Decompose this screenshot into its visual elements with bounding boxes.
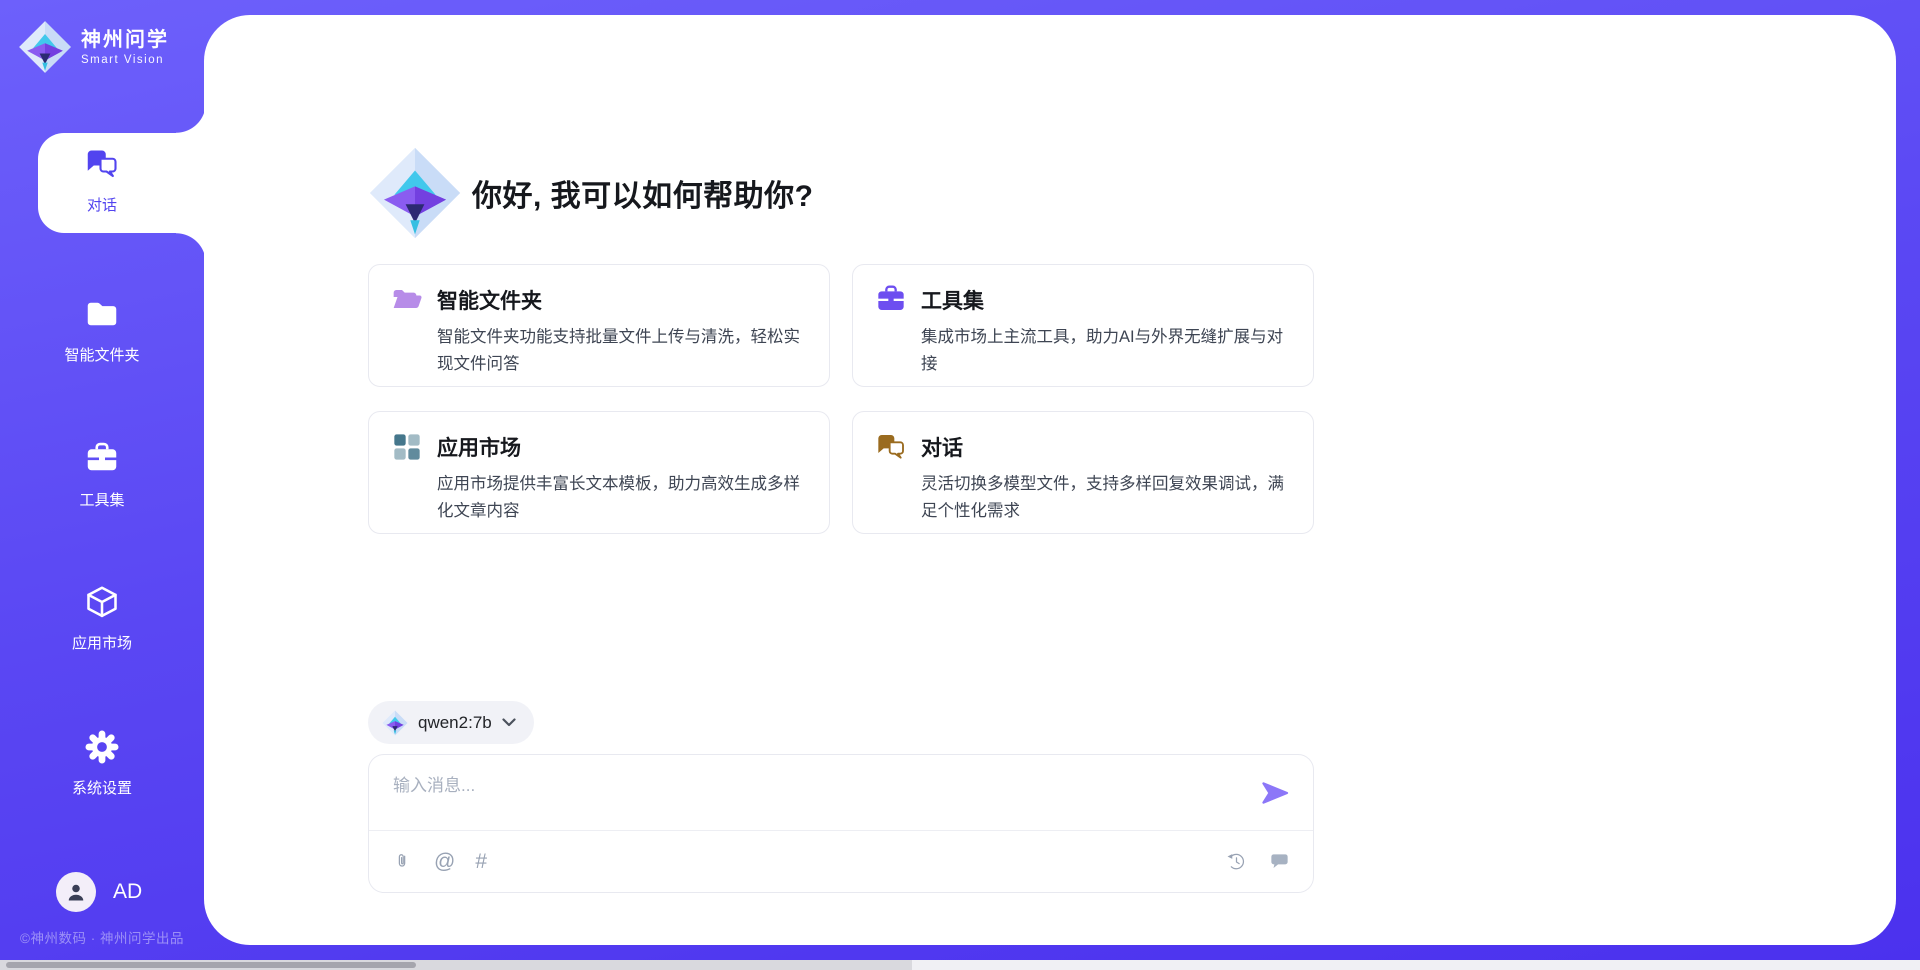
card-title: 对话 bbox=[921, 432, 963, 462]
gear-icon bbox=[84, 729, 120, 765]
folder-open-icon bbox=[391, 284, 423, 316]
sidebar-item-app-market[interactable]: 应用市场 bbox=[0, 584, 204, 653]
person-icon bbox=[64, 880, 88, 904]
avatar bbox=[56, 872, 96, 912]
briefcase-icon bbox=[875, 284, 907, 316]
brand-diamond-icon bbox=[382, 710, 408, 736]
card-chat[interactable]: 对话 灵活切换多模型文件，支持多样回复效果调试，满足个性化需求 bbox=[852, 411, 1314, 534]
scrollbar-track-light bbox=[912, 960, 1920, 970]
sidebar: 神州问学 Smart Vision 对话 智能文件夹 工具集 应用市场 系统设置 bbox=[0, 0, 204, 960]
model-selector[interactable]: qwen2:7b bbox=[368, 701, 534, 744]
sidebar-item-label: 对话 bbox=[0, 194, 204, 215]
brand-logo: 神州问学 Smart Vision bbox=[18, 20, 169, 74]
grid-icon bbox=[391, 431, 423, 463]
brand-name: 神州问学 bbox=[81, 29, 169, 51]
message-composer: @ # bbox=[368, 754, 1314, 893]
card-header: 工具集 bbox=[875, 284, 1291, 316]
card-header: 应用市场 bbox=[391, 431, 807, 463]
message-input[interactable] bbox=[393, 771, 1213, 821]
sidebar-item-settings[interactable]: 系统设置 bbox=[0, 729, 204, 798]
sidebar-item-label: 应用市场 bbox=[0, 632, 204, 653]
sidebar-item-toolset[interactable]: 工具集 bbox=[0, 441, 204, 510]
card-title: 智能文件夹 bbox=[437, 285, 542, 315]
card-smart-folder[interactable]: 智能文件夹 智能文件夹功能支持批量文件上传与清洗，轻松实现文件问答 bbox=[368, 264, 830, 387]
card-app-market[interactable]: 应用市场 应用市场提供丰富长文本模板，助力高效生成多样化文章内容 bbox=[368, 411, 830, 534]
cube-icon bbox=[84, 584, 120, 620]
sidebar-item-chat[interactable]: 对话 bbox=[0, 146, 204, 215]
paperclip-icon[interactable] bbox=[391, 850, 414, 873]
chat-bubble-icon[interactable] bbox=[1268, 850, 1291, 873]
greeting-text: 你好, 我可以如何帮助你? bbox=[472, 171, 814, 215]
hash-icon[interactable]: # bbox=[475, 851, 487, 872]
history-icon[interactable] bbox=[1225, 850, 1248, 873]
sidebar-item-label: 系统设置 bbox=[0, 777, 204, 798]
send-button[interactable] bbox=[1259, 777, 1291, 809]
sidebar-item-label: 智能文件夹 bbox=[0, 344, 204, 365]
sidebar-item-smart-folder[interactable]: 智能文件夹 bbox=[0, 296, 204, 365]
user-account[interactable]: AD bbox=[56, 872, 142, 912]
card-header: 智能文件夹 bbox=[391, 284, 807, 316]
folder-icon bbox=[84, 296, 120, 332]
card-description: 应用市场提供丰富长文本模板，助力高效生成多样化文章内容 bbox=[437, 471, 807, 525]
card-description: 灵活切换多模型文件，支持多样回复效果调试，满足个性化需求 bbox=[921, 471, 1291, 525]
card-header: 对话 bbox=[875, 431, 1291, 463]
send-icon bbox=[1259, 777, 1291, 809]
app-root: 神州问学 Smart Vision 对话 智能文件夹 工具集 应用市场 系统设置 bbox=[0, 0, 1920, 970]
feature-cards: 智能文件夹 智能文件夹功能支持批量文件上传与清洗，轻松实现文件问答 工具集 集成… bbox=[368, 264, 1314, 534]
composer-toolbar: @ # bbox=[369, 830, 1313, 892]
copyright-text: ©神州数码 · 神州问学出品 bbox=[0, 927, 204, 947]
user-name: AD bbox=[113, 880, 142, 904]
chat-bubbles-icon bbox=[84, 146, 120, 182]
chevron-down-icon bbox=[502, 718, 516, 727]
chat-bubbles-icon bbox=[875, 431, 907, 463]
sidebar-item-label: 工具集 bbox=[0, 489, 204, 510]
assistant-diamond-icon bbox=[368, 146, 462, 240]
card-description: 集成市场上主流工具，助力AI与外界无缝扩展与对接 bbox=[921, 324, 1291, 378]
at-mention-icon[interactable]: @ bbox=[434, 851, 455, 872]
brand-text: 神州问学 Smart Vision bbox=[81, 29, 169, 66]
card-description: 智能文件夹功能支持批量文件上传与清洗，轻松实现文件问答 bbox=[437, 324, 807, 378]
card-toolset[interactable]: 工具集 集成市场上主流工具，助力AI与外界无缝扩展与对接 bbox=[852, 264, 1314, 387]
horizontal-scrollbar[interactable] bbox=[0, 960, 1920, 970]
scrollbar-thumb[interactable] bbox=[6, 962, 416, 968]
model-name: qwen2:7b bbox=[418, 713, 492, 733]
brand-diamond-icon bbox=[18, 20, 72, 74]
card-title: 应用市场 bbox=[437, 432, 521, 462]
card-title: 工具集 bbox=[921, 285, 984, 315]
greeting-block: 你好, 我可以如何帮助你? bbox=[368, 146, 814, 240]
toolbox-icon bbox=[84, 441, 120, 477]
brand-subtitle: Smart Vision bbox=[81, 54, 169, 66]
